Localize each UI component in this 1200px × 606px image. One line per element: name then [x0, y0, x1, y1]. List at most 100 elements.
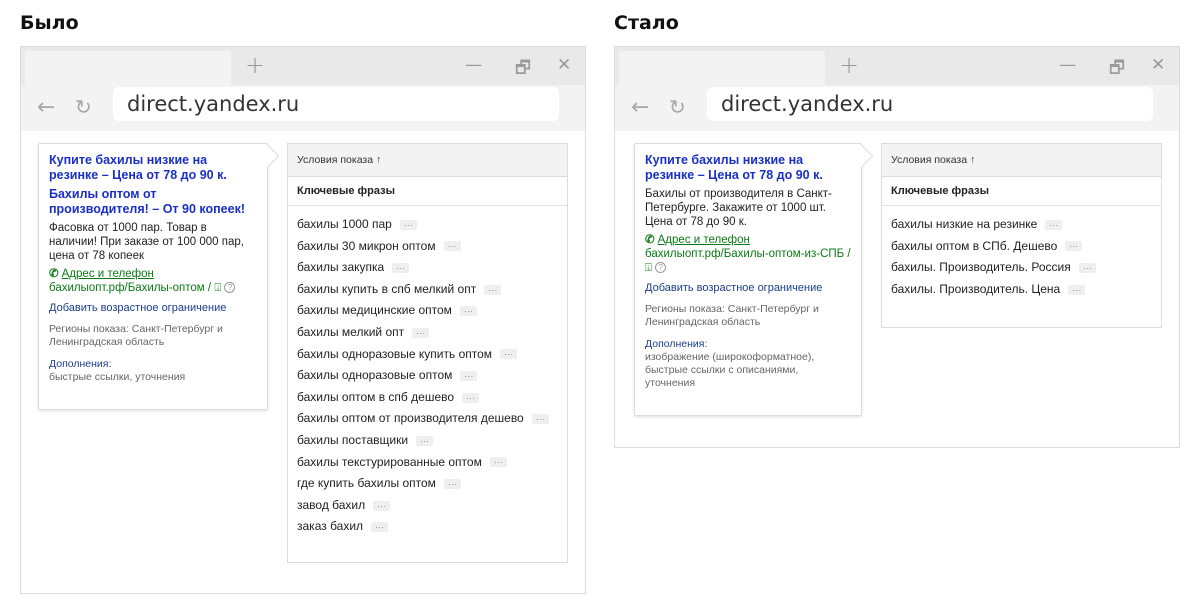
after-heading: Стало — [614, 12, 679, 34]
more-actions-button[interactable]: ··· — [462, 392, 480, 403]
new-tab-button[interactable]: + — [839, 51, 859, 79]
keyword-row: бахилы. Производитель. Цена ··· — [891, 279, 1152, 301]
url-field[interactable]: direct.yandex.ru — [707, 87, 1153, 121]
more-actions-button[interactable]: ··· — [373, 500, 391, 511]
address-link[interactable]: Адрес и телефон — [62, 268, 154, 280]
more-actions-button[interactable]: ··· — [443, 241, 461, 252]
keyword-text[interactable]: бахилы. Производитель. Россия — [891, 260, 1071, 274]
reload-icon[interactable]: ↻ — [669, 95, 686, 119]
keyword-text[interactable]: где купить бахилы оптом — [297, 476, 436, 490]
keyword-row: бахилы 30 микрон оптом ··· — [297, 236, 558, 258]
back-arrow-icon[interactable]: ← — [37, 95, 55, 120]
keyword-text[interactable]: завод бахил — [297, 498, 365, 512]
more-actions-button[interactable]: ··· — [489, 457, 507, 468]
keyword-text[interactable]: бахилы 1000 пар — [297, 217, 392, 231]
info-icon[interactable]: ? — [655, 262, 667, 274]
keyword-text[interactable]: бахилы одноразовые купить оптом — [297, 347, 492, 361]
extensions-label: Дополнения: — [49, 358, 112, 370]
ad-title-2[interactable]: Бахилы оптом от производителя! – От 90 к… — [49, 187, 257, 217]
keyword-text[interactable]: бахилы медицинские оптом — [297, 303, 452, 317]
tab-bar: + — 🗗 ✕ — [615, 47, 1179, 85]
restore-button[interactable]: 🗗 — [515, 55, 531, 84]
back-arrow-icon[interactable]: ← — [631, 95, 649, 120]
keyword-row: бахилы одноразовые оптом ··· — [297, 365, 558, 387]
more-actions-button[interactable]: ··· — [399, 219, 417, 230]
phone-icon: ✆ — [49, 268, 59, 280]
keywords-list: бахилы низкие на резинке ··· бахилы оптом … — [882, 206, 1161, 308]
keyword-text[interactable]: бахилы оптом в СПб. Дешево — [891, 239, 1057, 253]
address-link[interactable]: Адрес и телефон — [658, 234, 750, 246]
url-field[interactable]: direct.yandex.ru — [113, 87, 559, 121]
keyword-row: бахилы одноразовые купить оптом ··· — [297, 344, 558, 366]
more-actions-button[interactable]: ··· — [531, 414, 549, 425]
more-actions-button[interactable]: ··· — [1045, 219, 1063, 230]
more-actions-button[interactable]: ··· — [412, 327, 430, 338]
ad-text: Фасовка от 1000 пар. Товар в наличии! Пр… — [49, 222, 244, 262]
keyword-row: бахилы оптом от производителя дешево ··· — [297, 408, 558, 430]
keyword-row: где купить бахилы оптом ··· — [297, 473, 558, 495]
info-icon[interactable]: ? — [224, 282, 236, 294]
keyword-row: завод бахил ··· — [297, 495, 558, 517]
after-browser-window: + — 🗗 ✕ ← ↻ direct.yandex.ru Купите бахи… — [614, 46, 1180, 448]
address-bar: ← ↻ direct.yandex.ru — [21, 85, 585, 131]
ad-title-1[interactable]: Купите бахилы низкие на резинке – Цена о… — [645, 153, 851, 183]
minimize-button[interactable]: — — [465, 55, 482, 75]
keyword-text[interactable]: бахилы низкие на резинке — [891, 217, 1037, 231]
keyword-text[interactable]: бахилы закупка — [297, 260, 384, 274]
extensions-text: быстрые ссылки, уточнения — [49, 371, 186, 383]
more-actions-button[interactable]: ··· — [1078, 263, 1096, 274]
keywords-panel: Условия показа ↑ Ключевые фразы бахилы н… — [881, 143, 1162, 328]
card-pointer — [256, 144, 280, 168]
more-actions-button[interactable]: ··· — [484, 284, 502, 295]
keywords-panel: Условия показа ↑ Ключевые фразы бахилы 1… — [287, 143, 568, 563]
keyword-text[interactable]: бахилы 30 микрон оптом — [297, 239, 436, 253]
keyword-text[interactable]: бахилы. Производитель. Цена — [891, 282, 1060, 296]
conditions-header[interactable]: Условия показа ↑ — [288, 144, 567, 177]
browser-tab[interactable] — [25, 51, 231, 85]
more-actions-button[interactable]: ··· — [1068, 284, 1086, 295]
close-button[interactable]: ✕ — [557, 55, 571, 75]
keyword-text[interactable]: бахилы поставщики — [297, 433, 408, 447]
display-link[interactable]: бахилыопт.рф/Бахилы-оптом / — [49, 282, 214, 294]
browser-tab[interactable] — [619, 51, 825, 85]
more-actions-button[interactable]: ··· — [459, 306, 477, 317]
ad-preview-card: Купите бахилы низкие на резинке – Цена о… — [38, 143, 280, 410]
keyword-text[interactable]: бахилы текстурированные оптом — [297, 455, 482, 469]
conditions-header[interactable]: Условия показа ↑ — [882, 144, 1161, 177]
new-tab-button[interactable]: + — [245, 51, 265, 79]
card-pointer — [850, 144, 874, 168]
keyword-row: бахилы закупка ··· — [297, 257, 558, 279]
more-actions-button[interactable]: ··· — [500, 349, 518, 360]
keyword-row: заказ бахил ··· — [297, 516, 558, 538]
ad-display-link-row: бахилыопт.рф/Бахилы-оптом / ⍗ ? — [49, 281, 257, 295]
display-link[interactable]: бахилыопт.рф/Бахилы-оптом-из-СПБ / — [645, 248, 851, 260]
age-restriction-link[interactable]: Добавить возрастное ограничение — [645, 281, 851, 295]
more-actions-button[interactable]: ··· — [443, 478, 461, 489]
restore-button[interactable]: 🗗 — [1109, 55, 1125, 84]
extensions-label: Дополнения: — [645, 338, 708, 350]
keyword-text[interactable]: заказ бахил — [297, 519, 363, 533]
more-actions-button[interactable]: ··· — [416, 435, 434, 446]
ad-title-1[interactable]: Купите бахилы низкие на резинке – Цена о… — [49, 153, 257, 183]
ad-text: Бахилы от производителя в Санкт-Петербур… — [645, 188, 832, 228]
keyword-text[interactable]: бахилы одноразовые оптом — [297, 368, 452, 382]
keyword-text[interactable]: бахилы оптом в спб дешево — [297, 390, 454, 404]
keywords-list: бахилы 1000 пар ··· бахилы 30 микрон оптом… — [288, 206, 567, 546]
more-actions-button[interactable]: ··· — [392, 263, 410, 274]
keyword-row: бахилы оптом в СПб. Дешево ··· — [891, 236, 1152, 258]
age-restriction-link[interactable]: Добавить возрастное ограничение — [49, 301, 257, 315]
close-button[interactable]: ✕ — [1151, 55, 1165, 75]
keyword-row: бахилы оптом в спб дешево ··· — [297, 387, 558, 409]
keyword-text[interactable]: бахилы мелкий опт — [297, 325, 404, 339]
phone-icon: ✆ — [645, 234, 655, 246]
more-actions-button[interactable]: ··· — [371, 522, 389, 533]
more-actions-button[interactable]: ··· — [1065, 241, 1083, 252]
download-icon: ⍗ — [645, 262, 652, 274]
reload-icon[interactable]: ↻ — [75, 95, 92, 119]
keyword-row: бахилы купить в спб мелкий опт ··· — [297, 279, 558, 301]
keyword-text[interactable]: бахилы оптом от производителя дешево — [297, 411, 524, 425]
more-actions-button[interactable]: ··· — [460, 370, 478, 381]
minimize-button[interactable]: — — [1059, 55, 1076, 75]
keyword-text[interactable]: бахилы купить в спб мелкий опт — [297, 282, 476, 296]
keyword-row: бахилы 1000 пар ··· — [297, 214, 558, 236]
